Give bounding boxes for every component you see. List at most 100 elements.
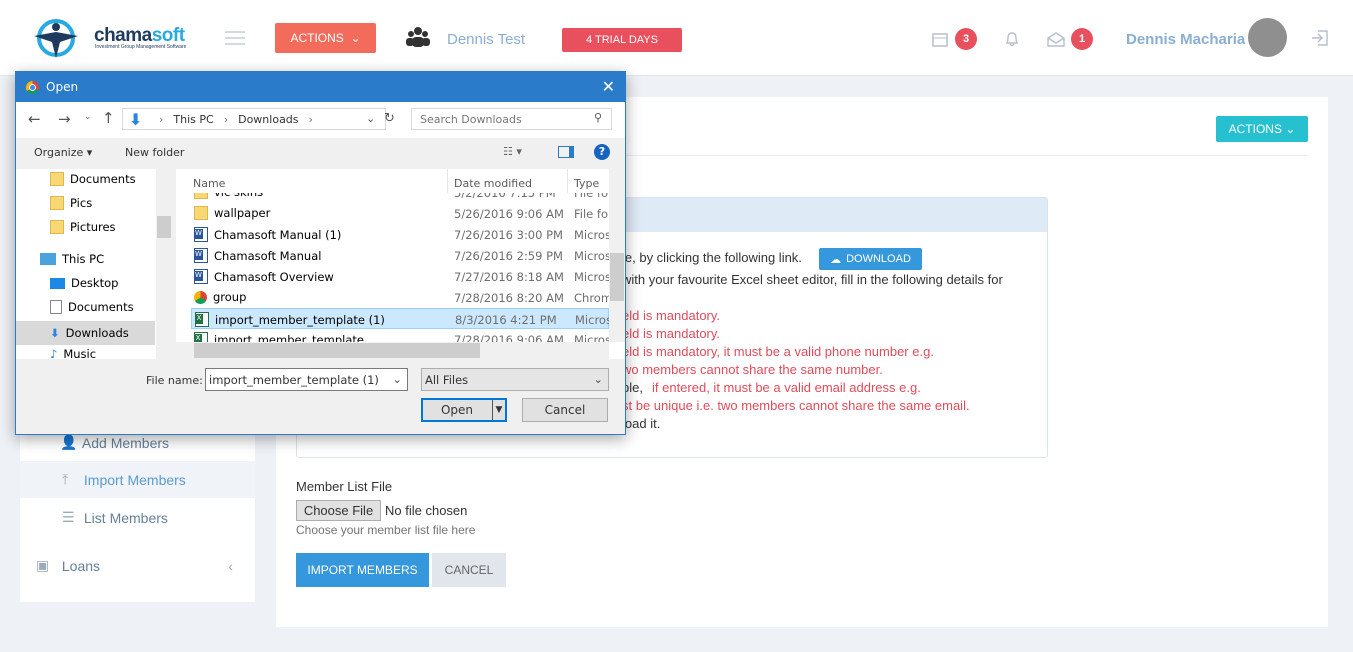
file-row[interactable]: Chamasoft Manual (1) 7/26/2016 3:00 PM Mic… xyxy=(191,224,609,245)
file-row[interactable]: Chamasoft Overview 7/27/2016 8:18 AM Micro… xyxy=(191,266,609,287)
excel-file-icon xyxy=(194,332,208,342)
actions-button[interactable]: ACTIONS ⌄ xyxy=(275,23,376,53)
cancel-button[interactable]: CANCEL xyxy=(432,553,506,587)
preview-pane-icon[interactable] xyxy=(558,146,574,158)
nav-item-desktop[interactable]: Desktop xyxy=(50,276,118,290)
file-date: 7/28/2016 8:20 AM xyxy=(454,291,564,305)
chamasoft-logo xyxy=(34,19,78,58)
nav-label: Documents xyxy=(70,172,136,186)
page-actions-button[interactable]: ACTIONS ⌄ xyxy=(1216,116,1308,142)
breadcrumb-downloads[interactable]: Downloads xyxy=(238,113,298,126)
chrome-file-icon xyxy=(194,290,207,304)
file-name-input[interactable]: import_member_template (1) ⌄ xyxy=(205,368,408,391)
chevron-down-icon: ⌄ xyxy=(392,372,402,386)
view-options-icon[interactable]: ☷ ▾ xyxy=(503,145,522,158)
instruction-line: eld is mandatory. xyxy=(622,326,721,341)
word-file-icon xyxy=(194,227,208,242)
group-name[interactable]: Dennis Test xyxy=(447,31,525,48)
excel-file-icon xyxy=(195,312,209,327)
column-header-date[interactable]: Date modified xyxy=(454,177,532,190)
nav-item-documents-2[interactable]: Documents xyxy=(50,300,134,314)
dialog-cancel-button[interactable]: Cancel xyxy=(522,398,608,422)
download-button[interactable]: ☁ DOWNLOAD xyxy=(819,248,922,270)
mail-icon[interactable] xyxy=(1047,31,1065,47)
dialog-title-bar: Open xyxy=(16,72,625,102)
instruction-line: eld is mandatory. xyxy=(622,308,721,323)
nav-label: This PC xyxy=(62,252,105,266)
downloads-icon: ⬇ xyxy=(50,326,60,340)
organize-button[interactable]: Organize ▾ xyxy=(34,146,92,159)
mail-count-badge: 1 xyxy=(1071,28,1093,50)
nav-item-pictures[interactable]: Pictures xyxy=(50,220,116,234)
instruction-line: with your favourite Excel sheet editor, … xyxy=(622,272,1003,287)
new-folder-button[interactable]: New folder xyxy=(125,146,184,159)
file-name: Chamasoft Manual xyxy=(214,248,322,263)
navigation-pane: Documents Pics Pictures This PC Desktop … xyxy=(16,169,172,359)
sidebar-item-list-members[interactable]: ☰ List Members xyxy=(20,499,255,536)
forward-icon[interactable]: → xyxy=(58,110,71,128)
file-row[interactable]: vic skins 5/2/2016 7:15 PM File fol xyxy=(191,193,609,203)
calendar-icon[interactable] xyxy=(932,31,948,47)
refresh-icon[interactable]: ↻ xyxy=(384,111,395,126)
folder-icon xyxy=(50,220,64,234)
address-dropdown-icon[interactable]: ⌄ xyxy=(366,112,375,125)
chrome-icon xyxy=(26,81,39,94)
import-members-button[interactable]: IMPORT MEMBERS xyxy=(296,553,429,587)
file-type-select[interactable]: All Files ⌄ xyxy=(421,368,609,391)
file-name: vic skins xyxy=(214,193,263,199)
file-list: Name Date modified Type vic skins 5/2/201… xyxy=(176,169,625,359)
breadcrumb-this-pc[interactable]: This PC xyxy=(173,113,213,126)
file-type: File fol xyxy=(574,193,609,200)
dialog-title: Open xyxy=(46,80,79,94)
logout-icon[interactable] xyxy=(1311,29,1329,47)
choose-file-button[interactable]: Choose File xyxy=(296,500,381,521)
file-row[interactable]: wallpaper 5/26/2016 9:06 AM File fol xyxy=(191,203,609,224)
address-bar[interactable]: › This PC › Downloads › xyxy=(122,108,386,130)
open-dropdown-icon[interactable]: ▼ xyxy=(492,400,505,420)
instruction-line: st be unique i.e. two members cannot sha… xyxy=(622,398,970,413)
desktop-icon xyxy=(50,277,65,289)
sidebar-item-import-members[interactable]: ⤒ Import Members xyxy=(20,461,255,498)
file-row[interactable]: group 7/28/2016 8:20 AM Chrom xyxy=(191,287,609,308)
nav-item-music[interactable]: ♪ Music xyxy=(50,347,96,359)
file-row[interactable]: import_member_template (1) 8/3/2016 4:21 … xyxy=(191,308,609,329)
up-icon[interactable]: ↑ xyxy=(102,109,115,127)
file-name-label: File name: xyxy=(146,374,203,387)
instruction-line: le, by clicking the following link. xyxy=(622,250,802,265)
nav-item-this-pc[interactable]: This PC xyxy=(40,252,104,266)
nav-label: Pics xyxy=(70,196,93,210)
menu-toggle-icon[interactable] xyxy=(225,31,245,45)
bell-icon[interactable] xyxy=(1004,31,1020,47)
user-name[interactable]: Dennis Macharia xyxy=(1126,31,1245,48)
recent-chevron-icon[interactable]: ⌄ xyxy=(84,112,92,122)
file-row[interactable]: Chamasoft Manual 7/26/2016 2:59 PM Micros xyxy=(191,245,609,266)
sidebar-item-loans[interactable]: ▣ Loans ‹ xyxy=(20,547,255,584)
group-icon xyxy=(406,27,430,47)
nav-item-documents[interactable]: Documents xyxy=(50,172,136,186)
file-help-text: Choose your member list file here xyxy=(296,523,476,537)
file-rows: vic skins5/2/2016 7:15 PMFile folwallpap… xyxy=(176,193,609,342)
column-header-name[interactable]: Name xyxy=(193,177,225,190)
avatar[interactable] xyxy=(1248,18,1287,57)
file-horizontal-scrollbar[interactable] xyxy=(176,342,609,359)
file-vertical-scrollbar[interactable] xyxy=(609,169,625,342)
open-button[interactable]: Open ▼ xyxy=(421,398,507,422)
file-type: File fol xyxy=(574,207,609,221)
back-icon[interactable]: ← xyxy=(28,110,41,128)
nav-scrollbar[interactable] xyxy=(156,169,172,359)
money-icon: ▣ xyxy=(36,557,50,573)
word-file-icon xyxy=(194,248,208,263)
trial-days-badge[interactable]: 4 TRIAL DAYS xyxy=(562,28,682,52)
search-input[interactable]: Search Downloads xyxy=(411,108,612,130)
file-name: Chamasoft Overview xyxy=(214,269,334,284)
column-header-type[interactable]: Type xyxy=(574,177,599,190)
search-icon: ⚲ xyxy=(594,111,603,124)
upload-icon: ⤒ xyxy=(62,471,69,487)
open-label: Open xyxy=(440,403,474,417)
file-row[interactable]: import_member_template 7/28/2016 9:06 AM M… xyxy=(191,329,609,342)
nav-item-downloads[interactable]: ⬇ Downloads xyxy=(16,321,155,345)
close-icon[interactable]: ✕ xyxy=(602,77,615,96)
chevron-down-icon: ⌄ xyxy=(593,372,603,386)
help-icon[interactable]: ? xyxy=(594,144,610,160)
nav-item-pics[interactable]: Pics xyxy=(50,196,92,210)
